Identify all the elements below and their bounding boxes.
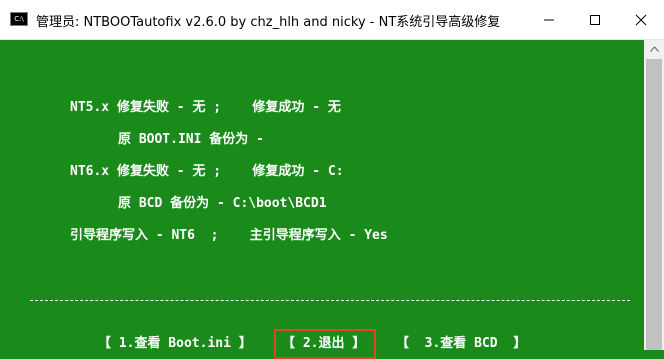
- close-button[interactable]: [618, 0, 664, 40]
- bcd-backup-line: 原 BCD 备份为 - C:\boot\BCD1: [118, 196, 327, 211]
- minimize-icon: [544, 19, 554, 21]
- minimize-button[interactable]: [526, 0, 572, 40]
- maximize-icon: [590, 15, 600, 25]
- close-icon: [635, 14, 647, 26]
- chevron-up-icon: [649, 45, 659, 52]
- scroll-up-button[interactable]: [644, 40, 664, 57]
- title-bar[interactable]: C:\ 管理员: NTBOOTautofix v2.6.0 by chz_hlh…: [0, 0, 664, 40]
- nt6-status-line: NT6.x 修复失败 - 无 ; 修复成功 - C:: [70, 164, 344, 179]
- console-output: NT5.x 修复失败 - 无 ; 修复成功 - 无 原 BOOT.INI 备份为…: [0, 40, 644, 359]
- nt5-status-line: NT5.x 修复失败 - 无 ; 修复成功 - 无: [70, 100, 341, 115]
- bootloader-write-line: 引导程序写入 - NT6 ; 主引导程序写入 - Yes: [70, 228, 388, 243]
- window-title: 管理员: NTBOOTautofix v2.6.0 by chz_hlh and…: [36, 15, 501, 30]
- maximize-button[interactable]: [572, 0, 618, 40]
- bootini-backup-line: 原 BOOT.INI 备份为 -: [118, 132, 264, 147]
- scroll-thumb[interactable]: [646, 59, 662, 350]
- vertical-scrollbar[interactable]: [644, 40, 664, 350]
- console-app-icon[interactable]: C:\: [10, 12, 28, 26]
- separator-line: [30, 300, 630, 301]
